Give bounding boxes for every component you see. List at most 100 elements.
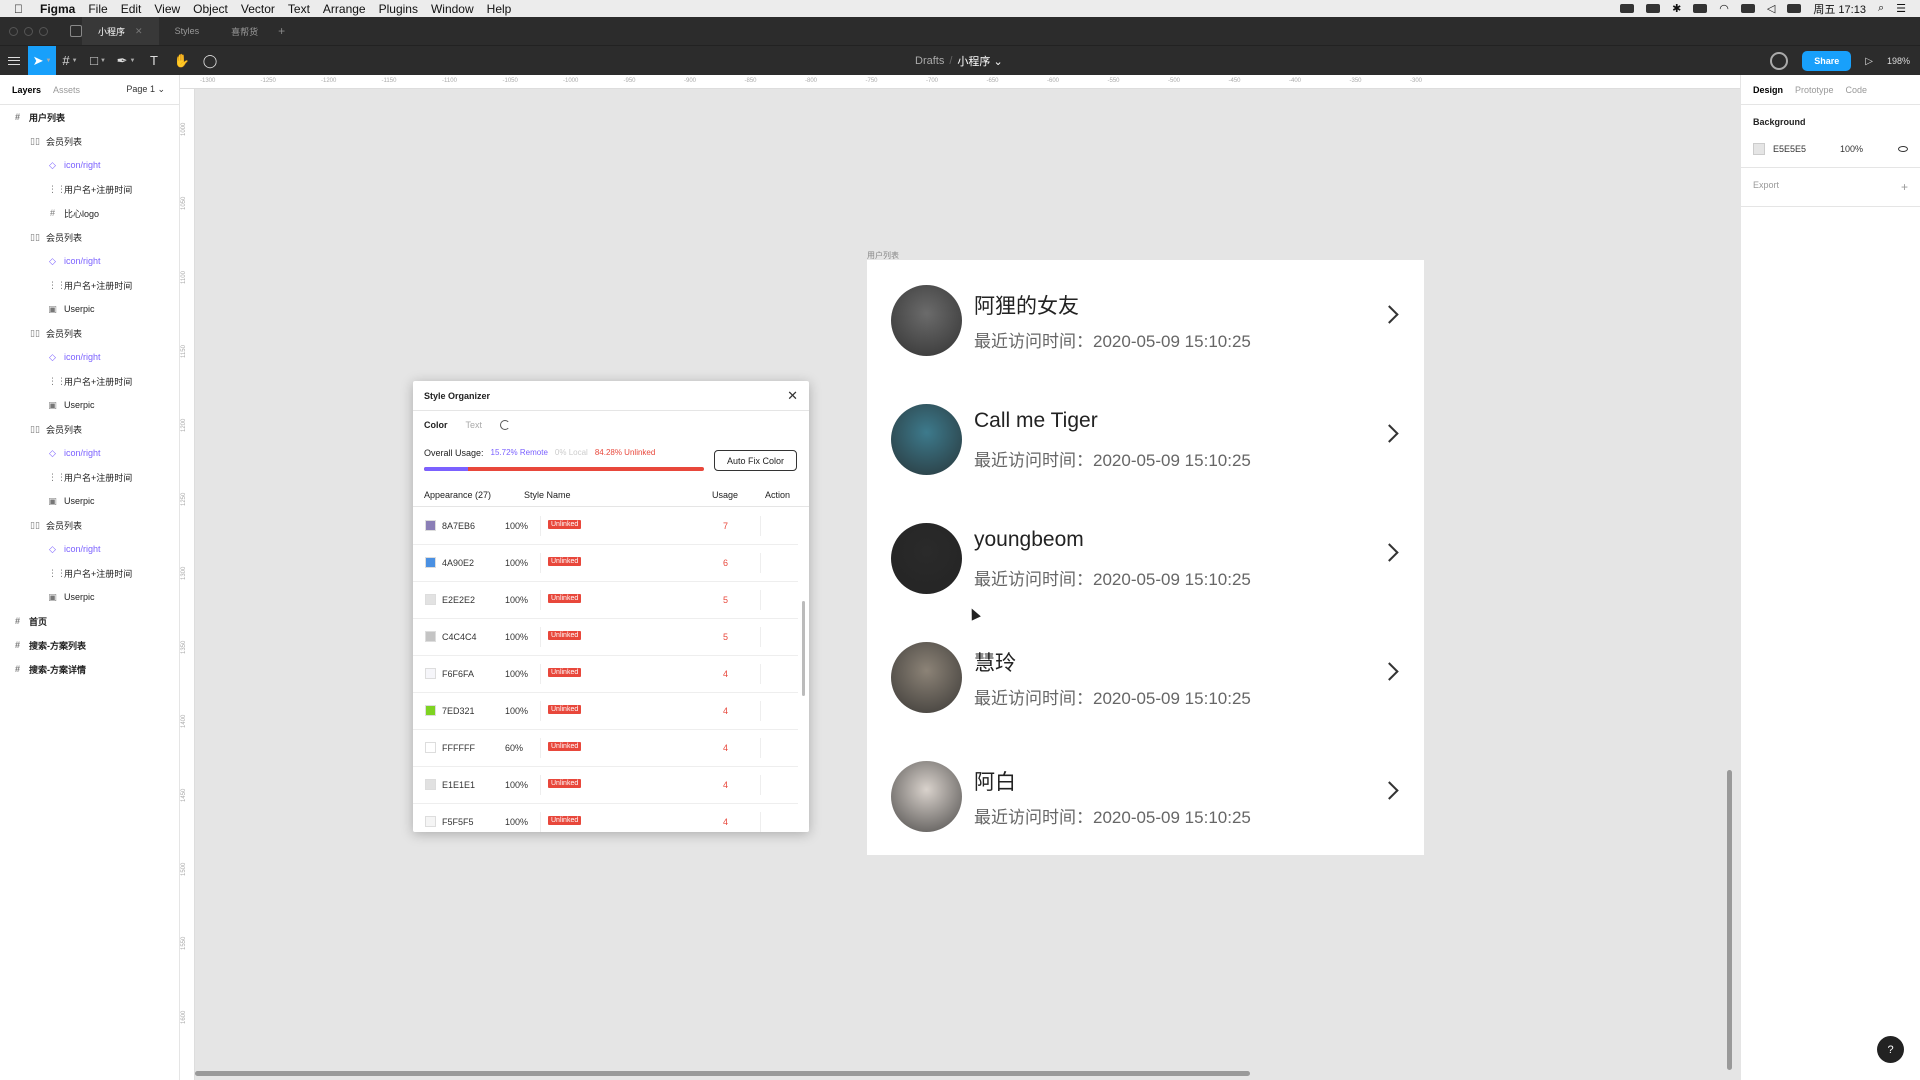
chevron-right-icon[interactable]	[1380, 543, 1399, 562]
action-cell[interactable]	[760, 701, 761, 721]
layer-item[interactable]: ▣ Userpic	[0, 393, 179, 417]
frame-tool-button[interactable]: # ▼	[56, 46, 84, 76]
layer-item[interactable]: ▯▯ 会员列表	[0, 513, 179, 537]
last-visit-time[interactable]: 最近访问时间：2020-05-09 15:10:25	[974, 565, 1251, 590]
layer-item[interactable]: # 比心logo	[0, 201, 179, 225]
table-row[interactable]: FFFFFF 60% Unlinked 4	[413, 730, 798, 767]
color-swatch[interactable]	[425, 779, 436, 790]
eye-icon[interactable]	[1898, 146, 1908, 152]
table-row[interactable]: F5F5F5 100% Unlinked 4	[413, 804, 798, 832]
header-style-name[interactable]: Style Name	[524, 490, 571, 500]
action-cell[interactable]	[760, 812, 761, 832]
action-cell[interactable]	[760, 738, 761, 758]
last-visit-time[interactable]: 最近访问时间：2020-05-09 15:10:25	[974, 803, 1251, 828]
menu-edit[interactable]: Edit	[121, 2, 142, 16]
layer-item[interactable]: # 搜索-方案详情	[0, 657, 179, 681]
chevron-right-icon[interactable]	[1380, 424, 1399, 443]
tab-code[interactable]: Code	[1846, 85, 1868, 95]
action-cell[interactable]	[760, 775, 761, 795]
refresh-icon[interactable]	[500, 420, 511, 430]
layer-item[interactable]: ▯▯ 会员列表	[0, 417, 179, 441]
background-swatch[interactable]	[1753, 143, 1765, 155]
layer-item[interactable]: ⋮⋮ 用户名+注册时间	[0, 177, 179, 201]
clock[interactable]: 周五 17:13	[1813, 1, 1866, 17]
layer-item[interactable]: ▯▯ 会员列表	[0, 129, 179, 153]
figma-home-icon[interactable]	[70, 25, 82, 37]
action-cell[interactable]	[760, 627, 761, 647]
table-row[interactable]: E1E1E1 100% Unlinked 4	[413, 767, 798, 804]
action-cell[interactable]	[760, 516, 761, 536]
layer-item[interactable]: ▣ Userpic	[0, 297, 179, 321]
share-button[interactable]: Share	[1802, 51, 1852, 71]
tab-prototype[interactable]: Prototype	[1795, 85, 1834, 95]
new-tab-icon[interactable]: +	[278, 24, 285, 38]
layer-item[interactable]: ▯▯ 会员列表	[0, 321, 179, 345]
tab-file-2[interactable]: Styles	[159, 17, 216, 45]
menu-file[interactable]: File	[88, 2, 107, 16]
apple-icon[interactable]: 	[14, 2, 34, 16]
layer-item[interactable]: ◇ icon/right	[0, 345, 179, 369]
layer-item[interactable]: # 首页	[0, 609, 179, 633]
layer-item[interactable]: ▯▯ 会员列表	[0, 225, 179, 249]
user-name[interactable]: youngbeom	[974, 528, 1084, 552]
user-list-item[interactable]: 阿狸的女友 最近访问时间：2020-05-09 15:10:25	[867, 260, 1424, 379]
comment-tool-button[interactable]: ◯	[196, 46, 224, 76]
color-swatch[interactable]	[425, 742, 436, 753]
zoom-dropdown[interactable]: 198%	[1887, 56, 1910, 66]
battery-status-icon[interactable]	[1693, 4, 1708, 13]
canvas[interactable]: -1300 -1250 -1200 -1150 -1100 -1050 -1000 -950 -…	[180, 75, 1740, 1080]
color-swatch[interactable]	[425, 594, 436, 605]
tab-file-1[interactable]: 小程序 ✕	[82, 17, 159, 45]
layer-item[interactable]: ◇ icon/right	[0, 249, 179, 273]
table-row[interactable]: F6F6FA 100% Unlinked 4	[413, 656, 798, 693]
user-name[interactable]: 慧玲	[974, 647, 1016, 677]
action-cell[interactable]	[760, 590, 761, 610]
avatar[interactable]	[891, 761, 962, 832]
page-selector[interactable]: Page 1 ⌄	[126, 84, 165, 95]
user-list-item[interactable]: 阿白 最近访问时间：2020-05-09 15:10:25	[867, 736, 1424, 855]
layer-item[interactable]: ⋮⋮ 用户名+注册时间	[0, 273, 179, 297]
last-visit-time[interactable]: 最近访问时间：2020-05-09 15:10:25	[974, 446, 1251, 471]
layer-item[interactable]: ◇ icon/right	[0, 441, 179, 465]
layer-item[interactable]: # 用户列表	[0, 105, 179, 129]
chevron-right-icon[interactable]	[1380, 781, 1399, 800]
wifi-icon[interactable]: ◠	[1719, 2, 1729, 15]
menu-object[interactable]: Object	[193, 2, 228, 16]
input-method-icon[interactable]	[1740, 4, 1755, 13]
auto-fix-color-button[interactable]: Auto Fix Color	[714, 450, 797, 471]
header-appearance[interactable]: Appearance (27)	[424, 490, 491, 500]
background-hex-input[interactable]: E5E5E5	[1773, 144, 1806, 154]
avatar[interactable]	[891, 642, 962, 713]
bluetooth-icon[interactable]: ✱	[1672, 2, 1681, 15]
text-tool-button[interactable]: T	[140, 46, 168, 76]
control-center-icon[interactable]: ☰	[1896, 2, 1906, 15]
menu-arrange[interactable]: Arrange	[323, 2, 366, 16]
layer-item[interactable]: # 搜索-方案列表	[0, 633, 179, 657]
layer-item[interactable]: ◇ icon/right	[0, 153, 179, 177]
tab-design[interactable]: Design	[1753, 85, 1783, 95]
color-swatch[interactable]	[425, 705, 436, 716]
table-row[interactable]: 7ED321 100% Unlinked 4	[413, 693, 798, 730]
plugin-scrollbar[interactable]	[802, 601, 805, 696]
table-row[interactable]: C4C4C4 100% Unlinked 5	[413, 619, 798, 656]
avatar[interactable]	[891, 523, 962, 594]
tab-layers[interactable]: Layers	[12, 85, 41, 95]
tab-text[interactable]: Text	[466, 420, 483, 430]
close-window-button[interactable]	[9, 26, 18, 36]
multiplayer-avatar-icon[interactable]	[1770, 52, 1789, 70]
user-list-frame[interactable]: 阿狸的女友 最近访问时间：2020-05-09 15:10:25 Call me T…	[867, 260, 1424, 855]
spotlight-icon[interactable]: ⌕	[1878, 2, 1884, 15]
action-cell[interactable]	[760, 553, 761, 573]
help-button[interactable]: ?	[1877, 1036, 1904, 1063]
tab-assets[interactable]: Assets	[53, 85, 80, 95]
pen-tool-button[interactable]: ✒ ▼	[112, 46, 140, 76]
file-name[interactable]: 小程序 ⌄	[957, 53, 1002, 69]
menu-text[interactable]: Text	[288, 2, 310, 16]
color-swatch[interactable]	[425, 520, 436, 531]
color-swatch[interactable]	[425, 557, 436, 568]
table-row[interactable]: E2E2E2 100% Unlinked 5	[413, 582, 798, 619]
zoom-window-button[interactable]	[39, 26, 48, 36]
chevron-right-icon[interactable]	[1380, 305, 1399, 324]
user-list-item[interactable]: Call me Tiger 最近访问时间：2020-05-09 15:10:25	[867, 379, 1424, 498]
close-tab-icon[interactable]: ✕	[135, 26, 143, 37]
